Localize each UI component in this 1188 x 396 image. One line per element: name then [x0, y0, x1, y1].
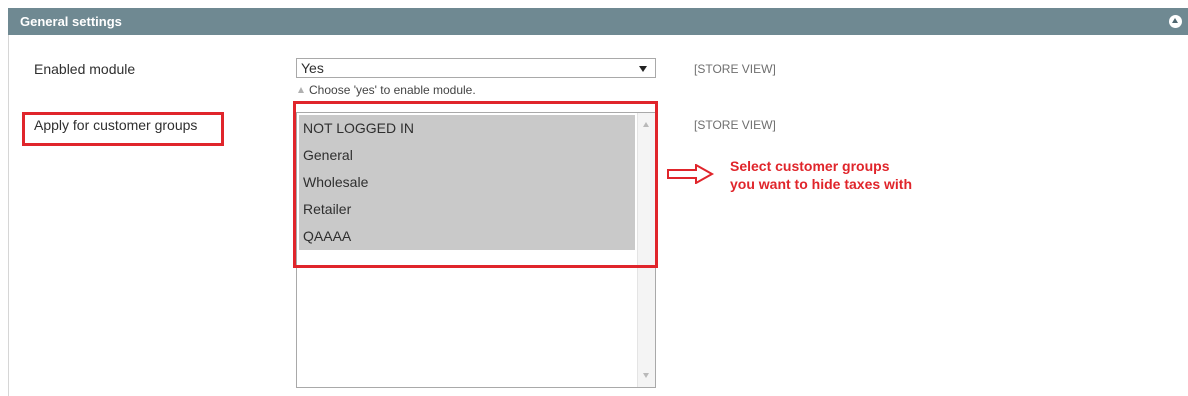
enabled-module-label: Enabled module	[34, 61, 136, 77]
annotation-text: Select customer groups you want to hide …	[730, 157, 912, 193]
option-qaaaa[interactable]: QAAAA	[299, 223, 635, 250]
annotation-arrow-icon	[667, 164, 715, 184]
customer-groups-scope: [STORE VIEW]	[694, 118, 776, 132]
hint-text: Choose 'yes' to enable module.	[309, 83, 476, 97]
customer-groups-multiselect[interactable]: NOT LOGGED IN General Wholesale Retailer…	[296, 112, 656, 388]
annotation-line-1: Select customer groups	[730, 158, 890, 174]
enabled-module-select[interactable]: Yes	[296, 58, 656, 78]
scroll-down-icon[interactable]	[643, 373, 649, 378]
option-wholesale[interactable]: Wholesale	[299, 169, 635, 196]
customer-groups-label: Apply for customer groups	[34, 117, 198, 133]
annotation-line-2: you want to hide taxes with	[730, 176, 913, 192]
enabled-module-scope: [STORE VIEW]	[694, 62, 776, 76]
section-title: General settings	[20, 14, 122, 29]
dropdown-arrow-icon	[639, 66, 647, 72]
option-not-logged-in[interactable]: NOT LOGGED IN	[299, 115, 635, 142]
option-general[interactable]: General	[299, 142, 635, 169]
option-retailer[interactable]: Retailer	[299, 196, 635, 223]
collapse-icon[interactable]	[1169, 15, 1182, 28]
enabled-module-value: Yes	[301, 60, 324, 76]
hint-triangle-icon	[298, 87, 304, 93]
section-header[interactable]: General settings	[8, 8, 1188, 35]
enabled-module-hint: Choose 'yes' to enable module.	[298, 83, 476, 97]
listbox-scrollbar[interactable]	[637, 113, 655, 387]
scroll-up-icon[interactable]	[643, 122, 649, 127]
